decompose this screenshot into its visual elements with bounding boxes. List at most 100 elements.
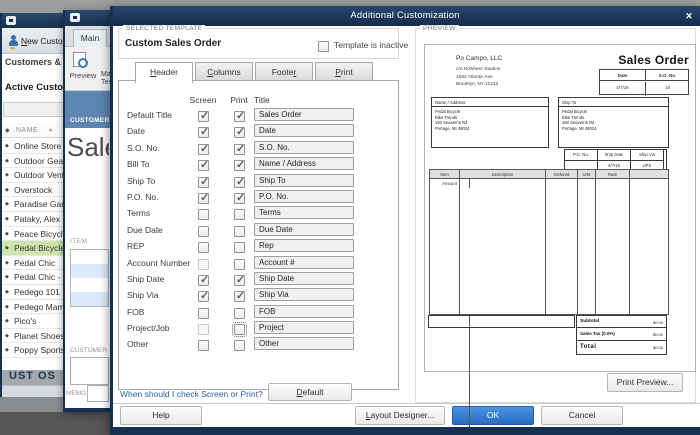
memo-input[interactable]	[87, 385, 109, 402]
new-customer-button[interactable]: New Customer	[21, 36, 66, 46]
print-preview-button[interactable]: Print Preview...	[607, 373, 683, 392]
close-icon[interactable]: ✕	[682, 9, 696, 23]
diamond-icon: ◆	[5, 288, 9, 295]
screen-checkbox[interactable]	[198, 142, 209, 155]
title-input[interactable]	[254, 321, 354, 335]
screen-checkbox[interactable]	[198, 340, 209, 352]
print-checkbox[interactable]	[232, 322, 247, 338]
screen-checkbox[interactable]	[198, 258, 209, 270]
customization-row: Ship To	[119, 173, 398, 190]
item-column-header: Ordered	[546, 170, 578, 179]
print-checkbox[interactable]	[234, 273, 245, 286]
sort-ascending-icon: ▲	[48, 127, 53, 133]
screen-checkbox[interactable]	[198, 191, 209, 204]
tab-header[interactable]: Header	[135, 62, 193, 83]
company-address: c/o Nowhere Studios 1582 Atlantic Ave Broo…	[456, 66, 500, 89]
cancel-button[interactable]: Cancel	[541, 406, 623, 425]
print-checkbox[interactable]	[234, 109, 245, 122]
title-input[interactable]	[254, 206, 354, 220]
title-input[interactable]	[254, 108, 354, 121]
customization-row: Other	[119, 337, 398, 353]
print-checkbox[interactable]	[234, 209, 245, 221]
title-input[interactable]	[254, 124, 354, 138]
print-checkbox[interactable]	[234, 242, 245, 254]
print-checkbox[interactable]	[234, 340, 245, 352]
screen-checkbox[interactable]	[198, 324, 209, 336]
print-checkbox[interactable]	[234, 125, 245, 139]
customer-name: Pedal Bicycle	[14, 243, 66, 254]
customer-list-item[interactable]: ◆ Online Store	[2, 139, 66, 154]
item-column-body	[430, 179, 460, 314]
print-checkbox[interactable]	[234, 142, 245, 155]
customization-row: Account Number	[119, 255, 398, 272]
customer-list-item[interactable]: ◆ Peace Bicycle	[2, 226, 66, 242]
title-input[interactable]	[254, 173, 354, 187]
customer-search-input[interactable]	[3, 102, 65, 117]
customization-row: Terms	[119, 206, 398, 222]
customer-job-label: CUSTOMER	[70, 117, 110, 124]
customer-list-item[interactable]: ◆ Pedal Bicycle	[2, 241, 66, 256]
customer-list-item[interactable]: ◆ Pedal Chic	[2, 255, 66, 271]
row-label: Bill To	[127, 159, 150, 170]
help-button[interactable]: Help	[120, 406, 202, 425]
manage-templates-button[interactable]: ManageTemplates	[101, 71, 110, 86]
customer-list-item[interactable]: ◆ Outdoor Gear	[2, 153, 66, 169]
tab-customers-jobs[interactable]: Customers & J	[5, 57, 65, 67]
title-input[interactable]	[254, 337, 354, 351]
name-column-header[interactable]: ◆ NAME ▲	[2, 123, 66, 138]
print-checkbox[interactable]	[234, 258, 245, 270]
screen-checkbox[interactable]	[198, 125, 209, 139]
customer-list-item[interactable]: ◆ Paradise Gar	[2, 197, 66, 212]
print-checkbox[interactable]	[234, 158, 245, 172]
title-input[interactable]	[254, 239, 354, 253]
title-input[interactable]	[254, 271, 354, 285]
screen-checkbox[interactable]	[198, 307, 209, 319]
ship-to-header: Ship To	[559, 98, 668, 107]
line-item-grid[interactable]	[70, 249, 109, 307]
customer-list-item[interactable]: ◆ Pedal Chic - N	[2, 270, 66, 285]
preview-tool-button[interactable]: Preview	[65, 71, 101, 80]
customer-list-item[interactable]: ◆ Pedego Mam	[2, 299, 66, 315]
print-checkbox[interactable]	[234, 289, 245, 303]
tab-print[interactable]: Print	[315, 62, 373, 81]
screen-or-print-help-link[interactable]: When should I check Screen or Print?	[120, 389, 263, 399]
title-input[interactable]	[254, 157, 354, 171]
customer-filter-dropdown[interactable]: Active Custom	[5, 82, 65, 93]
totals-row: Total $0.00	[576, 341, 667, 355]
default-button[interactable]: Default	[268, 383, 352, 401]
diamond-icon: ◆	[5, 157, 9, 164]
title-input[interactable]	[254, 189, 354, 203]
title-input[interactable]	[254, 140, 354, 154]
screen-checkbox[interactable]	[198, 242, 209, 254]
customer-list-item[interactable]: ◆ Pedego 101	[2, 284, 66, 300]
customer-list-item[interactable]: ◆ Pico's	[2, 314, 66, 329]
screen-checkbox[interactable]	[198, 158, 209, 172]
customer-list-item[interactable]: ◆ Outdoor Ventu	[2, 168, 66, 183]
screen-checkbox[interactable]	[198, 225, 209, 237]
print-checkbox[interactable]	[234, 307, 245, 319]
tab-main[interactable]: Main	[73, 29, 107, 47]
tab-columns[interactable]: Columns	[195, 62, 253, 81]
title-input[interactable]	[254, 288, 354, 302]
tab-footer[interactable]: Footer	[255, 62, 313, 81]
customer-name: Pedego Mam	[14, 301, 65, 312]
message-box	[428, 315, 575, 328]
customer-list-item[interactable]: ◆ Overstock	[2, 182, 66, 198]
title-input[interactable]	[254, 255, 354, 269]
print-checkbox[interactable]	[234, 175, 245, 188]
customer-list-item[interactable]: ◆ Planet Shoes	[2, 328, 66, 344]
template-inactive-checkbox[interactable]	[318, 41, 329, 52]
screen-checkbox[interactable]	[198, 109, 209, 122]
title-input[interactable]	[254, 222, 354, 236]
screen-checkbox[interactable]	[198, 273, 209, 286]
customer-message-input[interactable]	[70, 357, 109, 385]
customer-list-item[interactable]: ◆ Pataky, Alex	[2, 211, 66, 227]
preview-icon	[73, 52, 88, 68]
screen-checkbox[interactable]	[198, 289, 209, 303]
print-checkbox[interactable]	[234, 191, 245, 204]
title-input[interactable]	[254, 304, 354, 318]
screen-checkbox[interactable]	[198, 175, 209, 188]
customer-list-item[interactable]: ◆ Poppy Sports	[2, 343, 66, 358]
screen-checkbox[interactable]	[198, 209, 209, 221]
print-checkbox[interactable]	[234, 225, 245, 237]
